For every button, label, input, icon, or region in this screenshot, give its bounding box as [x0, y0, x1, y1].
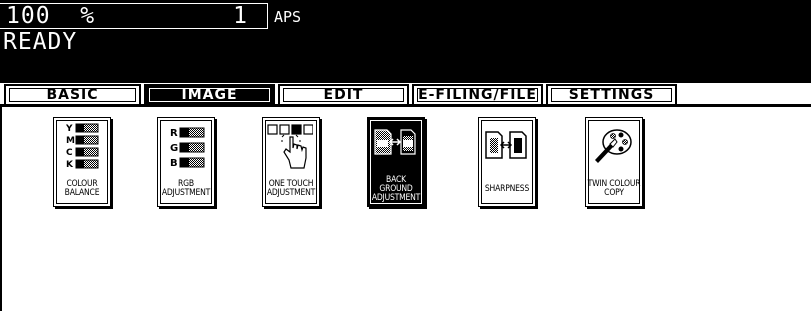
tab-label: E-FILING/FILE	[417, 87, 538, 103]
tab-label: EDIT	[283, 87, 404, 103]
tab-image[interactable]: IMAGE	[144, 84, 275, 106]
copy-count: 1	[233, 3, 247, 29]
rgb-letter-b: B	[170, 158, 178, 169]
tab-divider	[0, 104, 811, 107]
one-touch-adjustment-icon	[267, 124, 313, 169]
balance-letter-c: C	[66, 148, 73, 158]
zoom-ratio: 100 %	[6, 3, 96, 29]
paper-mode: APS	[274, 8, 302, 26]
tab-settings[interactable]: SETTINGS	[546, 84, 677, 106]
balance-letter-m: M	[66, 136, 75, 146]
tab-basic[interactable]: BASIC	[4, 84, 141, 106]
status-bar: 100 % 1 APS READY	[0, 0, 811, 83]
rgb-letter-g: G	[170, 143, 178, 154]
colour-balance-button[interactable]: Y M C K COLOUR BALANCE	[53, 117, 111, 207]
twin-colour-copy-button[interactable]: TWIN COLOUR COPY	[585, 117, 643, 207]
rgb-letter-r: R	[170, 128, 178, 139]
tab-label: SETTINGS	[551, 87, 672, 103]
copier-panel: 100 % 1 APS READY BASIC IMAGE EDIT E-FIL…	[0, 0, 811, 311]
button-label: SHARPNESS	[484, 183, 530, 194]
lcd-readout: 100 % 1	[0, 3, 268, 29]
background-adjustment-button[interactable]: BACK GROUND ADJUSTMENT	[367, 117, 425, 207]
panel-left-border	[0, 104, 2, 311]
balance-letter-k: K	[66, 160, 74, 170]
one-touch-adjustment-button[interactable]: ONE TOUCH ADJUSTMENT	[262, 117, 320, 207]
sharpness-icon	[485, 131, 527, 159]
button-label: TWIN COLOUR COPY	[587, 179, 641, 198]
tab-edit[interactable]: EDIT	[278, 84, 409, 106]
button-label: RGB ADJUSTMENT	[161, 179, 211, 198]
button-label: COLOUR BALANCE	[64, 179, 100, 198]
button-label: BACK GROUND ADJUSTMENT	[371, 174, 421, 203]
rgb-adjustment-button[interactable]: R G B RGB ADJUSTMENT	[157, 117, 215, 207]
sharpness-button[interactable]: SHARPNESS	[478, 117, 536, 207]
colour-balance-icon: Y M C K	[65, 123, 99, 170]
rgb-adjustment-icon: R G B	[170, 127, 205, 169]
balance-letter-y: Y	[65, 124, 73, 134]
tab-e-filing-file[interactable]: E-FILING/FILE	[412, 84, 543, 106]
status-message: READY	[3, 29, 78, 55]
button-label: ONE TOUCH ADJUSTMENT	[266, 179, 316, 198]
background-adjustment-icon	[374, 129, 416, 155]
tab-label: IMAGE	[149, 87, 270, 103]
twin-colour-copy-icon	[595, 129, 632, 163]
tab-label: BASIC	[9, 87, 136, 103]
